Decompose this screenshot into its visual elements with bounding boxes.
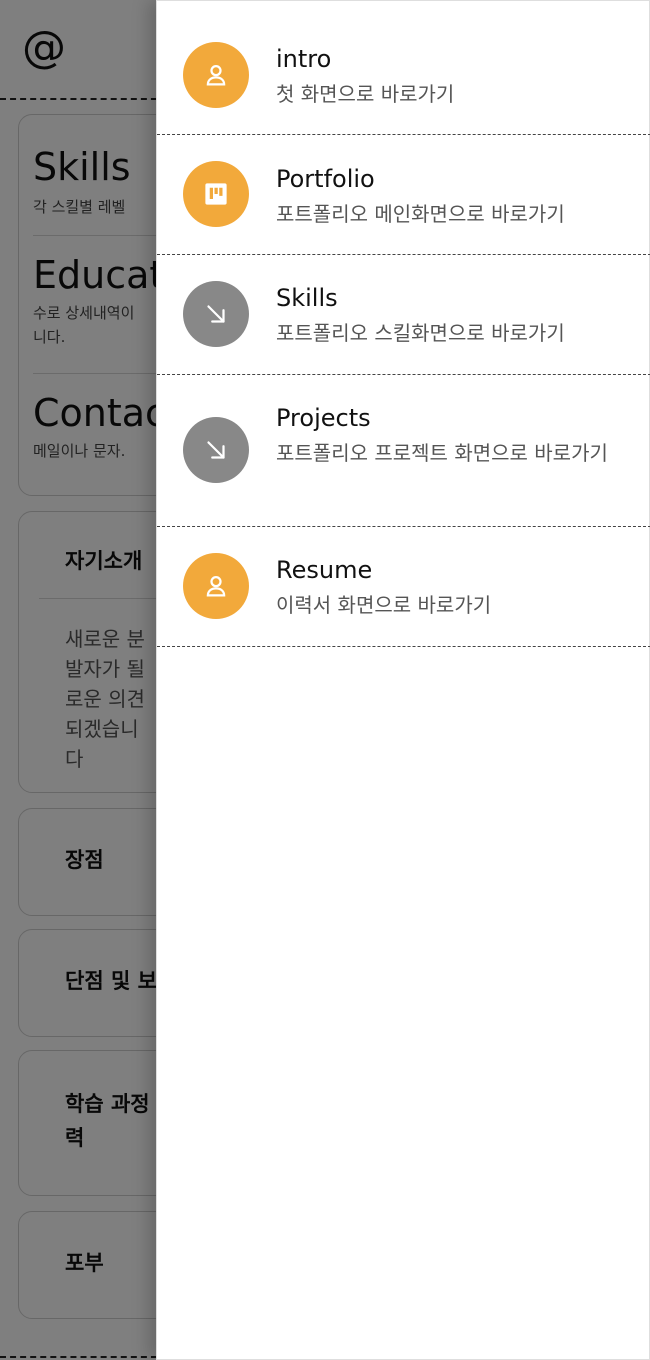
user-icon	[183, 553, 249, 619]
menu-item-label: Projects	[276, 404, 371, 432]
user-icon	[183, 42, 249, 108]
menu-item-resume[interactable]: Resume 이력서 화면으로 바로가기	[157, 527, 650, 647]
menu-item-subtitle: 포트폴리오 메인화면으로 바로가기	[276, 202, 565, 226]
arrow-down-right-icon	[183, 281, 249, 347]
menu-item-intro[interactable]: intro 첫 화면으로 바로가기	[157, 1, 650, 135]
navigation-drawer: intro 첫 화면으로 바로가기 Portfolio 포트폴리오 메인화면으로…	[156, 0, 650, 1360]
menu-item-skills[interactable]: Skills 포트폴리오 스킬화면으로 바로가기	[157, 255, 650, 375]
arrow-down-right-icon	[183, 417, 249, 483]
board-icon	[183, 161, 249, 227]
menu-item-subtitle: 포트폴리오 스킬화면으로 바로가기	[276, 321, 565, 345]
menu-item-projects[interactable]: Projects 포트폴리오 프로젝트 화면으로 바로가기	[157, 375, 650, 527]
menu-item-label: Portfolio	[276, 165, 375, 193]
menu-item-label: Skills	[276, 284, 338, 312]
menu-item-subtitle: 첫 화면으로 바로가기	[276, 82, 455, 106]
menu-item-subtitle: 포트폴리오 프로젝트 화면으로 바로가기	[276, 441, 608, 465]
menu-item-label: intro	[276, 45, 332, 73]
app-root: @ Skills 각 스킬별 레벨 Education 수로 상세내역이 니다.…	[0, 0, 650, 1360]
menu-item-subtitle: 이력서 화면으로 바로가기	[276, 593, 492, 617]
menu-item-label: Resume	[276, 556, 373, 584]
menu-item-portfolio[interactable]: Portfolio 포트폴리오 메인화면으로 바로가기	[157, 135, 650, 255]
